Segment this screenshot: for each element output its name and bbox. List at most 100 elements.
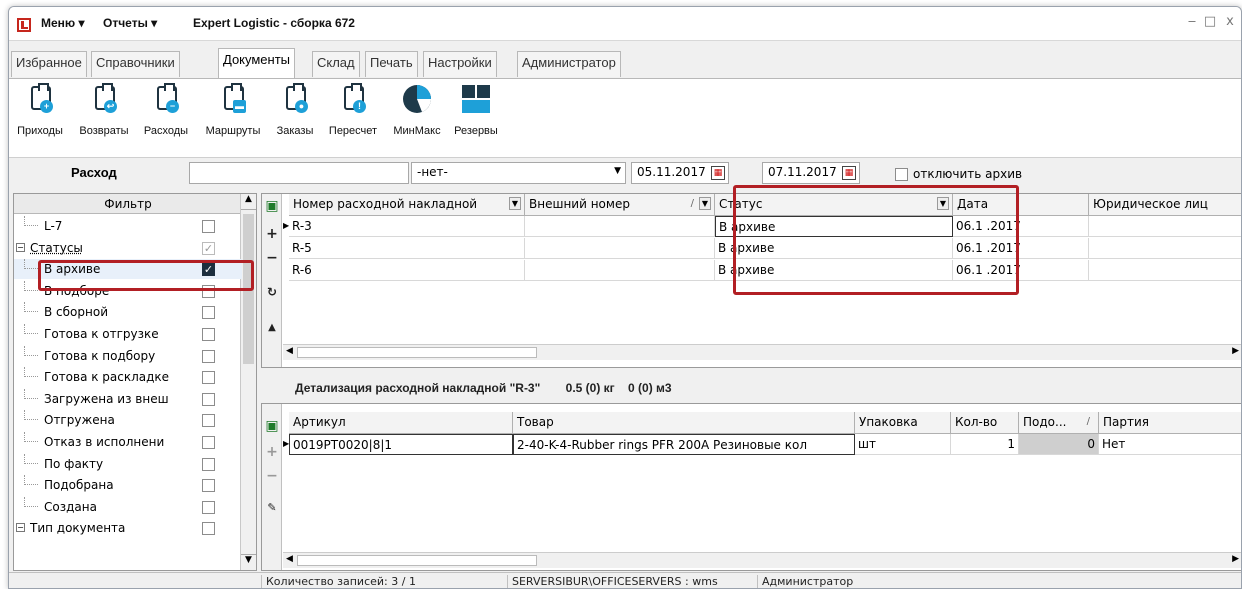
table-cell[interactable]: R-3: [289, 216, 525, 237]
detail-cell[interactable]: 1: [951, 434, 1019, 455]
filter-checkbox[interactable]: [202, 522, 215, 536]
minmax-button[interactable]: МинМакс: [387, 83, 447, 137]
filter-checkbox[interactable]: [202, 457, 215, 471]
grid-horizontal-scrollbar[interactable]: ◀ ▶: [283, 344, 1241, 360]
tab-admin[interactable]: Администратор: [517, 51, 621, 77]
expand-icon[interactable]: −: [16, 242, 25, 252]
filter-item[interactable]: Готова к отгрузке: [14, 324, 242, 344]
recount-button[interactable]: ! Пересчет: [323, 83, 383, 137]
scroll-down-icon[interactable]: ▼: [241, 554, 256, 570]
add-icon[interactable]: +: [265, 226, 279, 242]
scroll-left-icon[interactable]: ◀: [286, 346, 293, 356]
table-cell[interactable]: [525, 216, 715, 237]
detail-scroll-thumb[interactable]: [297, 555, 537, 566]
disable-archive-checkbox[interactable]: [895, 168, 908, 181]
table-cell[interactable]: 06.1 .2017: [953, 260, 1089, 281]
filter-item[interactable]: Готова к подбору: [14, 345, 242, 366]
scroll-thumb[interactable]: [243, 214, 254, 364]
calendar-icon[interactable]: ▦: [842, 166, 856, 180]
table-cell[interactable]: 06.1 .2017: [953, 238, 1089, 259]
remove-icon[interactable]: −: [265, 250, 279, 266]
filter-checkbox[interactable]: [202, 220, 215, 233]
search-input[interactable]: [189, 162, 409, 184]
detail-column-header[interactable]: Товар: [513, 412, 855, 434]
table-cell[interactable]: R-6: [289, 260, 525, 281]
remove-icon[interactable]: −: [265, 468, 279, 484]
detail-cell[interactable]: Нет: [1099, 434, 1241, 455]
tab-references[interactable]: Справочники: [91, 51, 180, 77]
edit-icon[interactable]: ✎: [265, 500, 279, 516]
add-icon[interactable]: +: [265, 444, 279, 460]
table-cell[interactable]: В архиве: [715, 260, 953, 281]
tab-documents[interactable]: Документы: [218, 48, 296, 78]
filter-checkbox[interactable]: [202, 479, 215, 493]
scroll-left-icon[interactable]: ◀: [286, 554, 293, 564]
filter-item[interactable]: В подборе: [14, 280, 242, 301]
filter-checkbox[interactable]: [202, 306, 215, 320]
reports-button[interactable]: Отчеты ▾: [103, 16, 157, 30]
filter-checkbox[interactable]: [202, 371, 215, 385]
date-to-input[interactable]: 07.11.2017 ▦: [762, 162, 860, 184]
filter-checkbox[interactable]: [202, 414, 215, 428]
table-cell[interactable]: [1089, 260, 1241, 281]
incoming-button[interactable]: + Приходы: [11, 83, 69, 137]
filter-checkbox[interactable]: [202, 436, 215, 449]
detail-cell[interactable]: шт: [855, 434, 951, 455]
excel-icon[interactable]: ▣: [265, 198, 279, 214]
filter-checkbox[interactable]: [202, 328, 215, 341]
maximize-icon[interactable]: □: [1201, 13, 1219, 31]
status-select[interactable]: -нет- ▼: [411, 162, 626, 184]
table-cell[interactable]: [525, 260, 715, 281]
filter-checkbox[interactable]: ✓: [202, 241, 215, 255]
filter-checkbox[interactable]: [202, 349, 215, 363]
detail-column-header[interactable]: Упаковка: [855, 412, 951, 434]
scroll-right-icon[interactable]: ▶: [1232, 346, 1239, 356]
detail-column-header[interactable]: Артикул: [289, 412, 513, 434]
detail-horizontal-scrollbar[interactable]: ◀ ▶: [283, 552, 1241, 568]
column-header[interactable]: Статус ▼: [715, 194, 953, 216]
expand-icon[interactable]: −: [16, 523, 25, 533]
date-from-input[interactable]: 05.11.2017 ▦: [631, 162, 729, 184]
column-header[interactable]: Номер расходной накладной ▼: [289, 194, 525, 216]
column-header[interactable]: Юридическое лиц▼: [1089, 194, 1241, 216]
tab-favorites[interactable]: Избранное: [11, 51, 87, 77]
filter-checkbox[interactable]: [202, 284, 215, 298]
calendar-icon[interactable]: ▦: [711, 166, 725, 180]
detail-cell[interactable]: 2-40-K-4-Rubber rings PFR 200A Резиновые…: [513, 434, 855, 455]
filter-checkbox[interactable]: [202, 392, 215, 406]
routes-button[interactable]: ▬ Маршруты: [199, 83, 267, 137]
table-cell[interactable]: В архиве: [715, 238, 953, 259]
filter-item[interactable]: По факту: [14, 453, 242, 474]
filter-dropdown-icon[interactable]: ▼: [937, 197, 949, 210]
menu-button[interactable]: Меню ▾: [41, 16, 85, 30]
filter-item[interactable]: Загружена из внеш: [14, 388, 242, 409]
filter-item[interactable]: Подобрана: [14, 475, 242, 495]
collapse-icon[interactable]: ▲: [265, 320, 279, 336]
filter-checkbox[interactable]: ✓: [202, 263, 215, 277]
table-cell[interactable]: [1089, 238, 1241, 259]
scroll-up-icon[interactable]: ▲: [241, 194, 256, 210]
column-header[interactable]: Внешний номер / ▼: [525, 194, 715, 216]
column-header[interactable]: Дата: [953, 194, 1089, 216]
detail-column-header[interactable]: Партия: [1099, 412, 1241, 434]
minimize-icon[interactable]: ‒: [1183, 13, 1201, 31]
filter-item[interactable]: L-7: [14, 216, 242, 236]
orders-button[interactable]: ● Заказы: [273, 83, 317, 137]
table-cell[interactable]: [1089, 216, 1241, 237]
filter-item[interactable]: В архиве ✓: [14, 259, 242, 280]
tab-warehouse[interactable]: Склад: [312, 51, 360, 77]
filter-item[interactable]: В сборной: [14, 302, 242, 322]
filter-item[interactable]: Отгружена: [14, 410, 242, 430]
detail-column-header[interactable]: Подо... /: [1019, 412, 1099, 434]
detail-cell[interactable]: 0019PT0020|8|1: [289, 434, 513, 455]
filter-item[interactable]: − Статусы ✓: [14, 238, 242, 258]
filter-item[interactable]: − Тип документа: [14, 518, 242, 538]
excel-icon[interactable]: ▣: [265, 418, 279, 434]
detail-column-header[interactable]: Кол-во: [951, 412, 1019, 434]
close-icon[interactable]: x: [1221, 13, 1239, 31]
grid-scroll-thumb[interactable]: [297, 347, 537, 358]
filter-checkbox[interactable]: [202, 500, 215, 514]
outgoing-button[interactable]: − Расходы: [137, 83, 195, 137]
tab-print[interactable]: Печать: [365, 51, 418, 77]
table-cell[interactable]: [525, 238, 715, 259]
